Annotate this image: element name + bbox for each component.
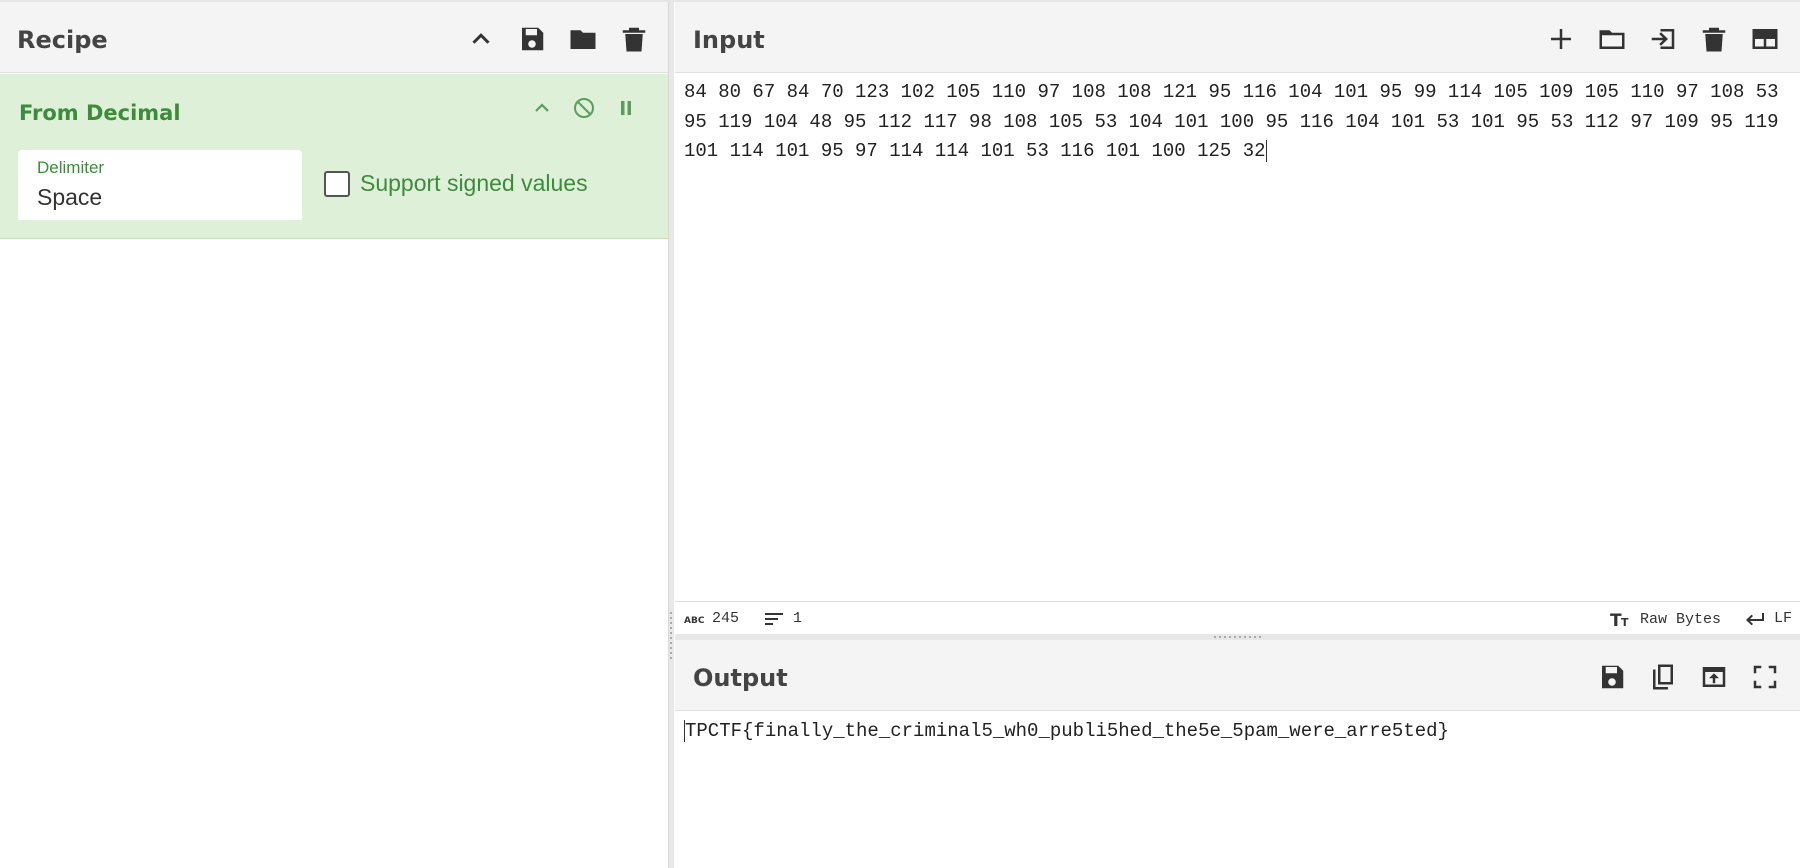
length-value: 245 <box>712 610 740 627</box>
pane-splitter-vertical[interactable] <box>668 2 674 868</box>
folder-icon[interactable] <box>1586 19 1637 59</box>
pause-icon[interactable] <box>612 94 640 122</box>
output-header: Output <box>675 640 1800 711</box>
input-arrow-icon[interactable] <box>1637 19 1688 59</box>
disable-icon[interactable] <box>570 94 598 122</box>
lines-value: 1 <box>793 610 803 627</box>
abc-icon: ABC <box>684 616 704 625</box>
recipe-title: Recipe <box>17 26 108 54</box>
trash-icon[interactable] <box>1688 19 1739 59</box>
output-toolbar <box>1586 657 1790 697</box>
layout-icon[interactable] <box>1739 19 1790 59</box>
operation-from-decimal: From Decimal Delimiter Space Support sig… <box>0 74 668 239</box>
svg-text:ABC: ABC <box>684 616 704 625</box>
delimiter-value[interactable]: Space <box>37 184 102 211</box>
trash-icon[interactable] <box>608 19 659 59</box>
input-header: Input <box>675 2 1800 73</box>
output-textarea[interactable]: TPCTF{finally_the_criminal5_wh0_publi5he… <box>684 720 1449 742</box>
save-icon[interactable] <box>1586 657 1637 697</box>
return-icon <box>1746 612 1764 625</box>
lines-indicator: 1 <box>765 610 802 627</box>
output-title: Output <box>693 664 788 692</box>
encoding-indicator[interactable]: TT Raw Bytes <box>1610 610 1722 629</box>
text-size-icon: TT <box>1610 611 1629 628</box>
signed-values-checkbox[interactable] <box>324 170 350 197</box>
folder-icon[interactable] <box>557 19 608 59</box>
encoding-value: Raw Bytes <box>1640 610 1722 628</box>
length-indicator: ABC 245 <box>684 610 739 627</box>
eol-indicator[interactable]: LF <box>1744 610 1792 627</box>
operation-title: From Decimal <box>19 101 181 125</box>
chevron-up-icon[interactable] <box>528 94 556 122</box>
recipe-header: Recipe <box>0 2 668 73</box>
recipe-toolbar <box>455 19 659 59</box>
eol-value: LF <box>1774 610 1793 627</box>
delimiter-label: Delimiter <box>37 158 105 177</box>
chevron-up-icon[interactable] <box>455 19 506 59</box>
splitter-handle[interactable] <box>670 612 672 662</box>
input-content: 84 80 67 84 70 123 102 105 110 97 108 10… <box>684 81 1790 162</box>
recipe-pane: Recipe From Decimal Delimiter Space Supp… <box>0 2 668 868</box>
input-pane: Input 84 80 67 84 70 123 102 105 110 97 … <box>675 2 1800 636</box>
lines-icon <box>765 612 783 625</box>
input-textarea[interactable]: 84 80 67 84 70 123 102 105 110 97 108 10… <box>684 78 1784 167</box>
svg-text:T: T <box>1621 616 1629 628</box>
plus-icon[interactable] <box>1535 19 1586 59</box>
output-content: TPCTF{finally_the_criminal5_wh0_publi5he… <box>685 720 1449 743</box>
input-status-bar: ABC 245 1 TT Raw Bytes LF <box>675 601 1800 635</box>
operation-controls <box>528 94 640 122</box>
maximize-icon[interactable] <box>1739 657 1790 697</box>
input-toolbar <box>1535 19 1790 59</box>
text-cursor <box>1265 139 1267 162</box>
replace-input-icon[interactable] <box>1688 657 1739 697</box>
splitter-handle-horizontal[interactable] <box>1214 636 1262 638</box>
signed-values-label: Support signed values <box>360 170 588 196</box>
signed-values-option[interactable]: Support signed values <box>324 170 588 197</box>
input-title: Input <box>693 26 765 54</box>
delimiter-field[interactable]: Delimiter Space <box>18 150 302 220</box>
copy-icon[interactable] <box>1637 657 1688 697</box>
output-pane: Output TPCTF{finally_the_criminal5_wh0_p… <box>675 640 1800 868</box>
save-icon[interactable] <box>506 19 557 59</box>
